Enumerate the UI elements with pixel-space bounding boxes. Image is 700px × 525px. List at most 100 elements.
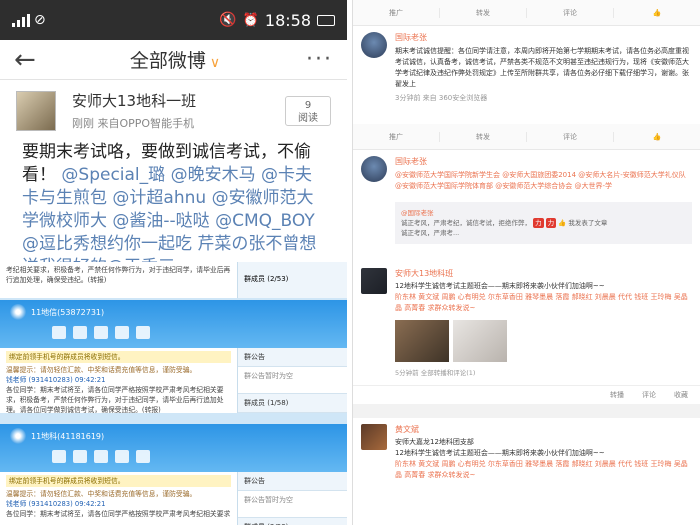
status-bar: ⊘ 🔇 ⏰ 18:58 — [0, 0, 347, 40]
battery-icon — [317, 14, 335, 26]
status-time: 18:58 — [264, 10, 311, 30]
message-body: 各位同学：期末考试将至，请各位同学严格按照学校严肃考风考纪相关要求，积极备考，严… — [6, 386, 224, 414]
read-label: 阅读 — [298, 112, 318, 124]
group-title: 11地信(53872731) — [31, 307, 105, 317]
mention-link[interactable]: @酱油--哒哒 — [112, 211, 209, 231]
post-meta[interactable]: 5分钟前 全部转播和评论(1) — [395, 368, 692, 379]
avatar[interactable] — [361, 424, 387, 450]
qq-toolbar — [52, 326, 337, 339]
qq-window: 11地信(53872731) 绑定前领手机号的群成员将收到短信。 温馨提示：请勿… — [0, 300, 347, 414]
thumb-icon: 👍 — [558, 219, 567, 227]
qq-group-windows: 考纪相关要求，积极备考，严禁任何作弊行为，对于违纪同学，请毕业后再行追加处理，确… — [0, 262, 347, 525]
sync-icon: ⊘ — [34, 12, 46, 28]
qq-snippet: 考纪相关要求，积极备考，严禁任何作弊行为，对于违纪同学，请毕业后再行追加处理，确… — [0, 262, 347, 298]
photo-grid — [395, 320, 692, 362]
group-avatar-icon — [10, 428, 26, 444]
mention-link[interactable]: @CMQ_BOY — [215, 211, 315, 231]
file-icon[interactable] — [115, 450, 129, 463]
group-sidebar: 群公告 群公告暂时为空 群成员 (2/53) — [237, 472, 347, 525]
announcement: 绑定前领手机号的群成员将收到短信。 — [6, 351, 231, 363]
post-action-bar: 推广 转发 评论 👍 — [353, 0, 700, 26]
user-icon[interactable] — [73, 450, 87, 463]
author-name[interactable]: 国际老张 — [395, 32, 692, 43]
qq-toolbar — [52, 450, 337, 463]
comment-button[interactable]: 评论 — [527, 131, 614, 142]
avatar[interactable] — [361, 156, 387, 182]
mention-link[interactable]: @计超ahnu — [112, 188, 206, 208]
author-name[interactable]: 安师大13地科班 — [395, 268, 692, 279]
back-icon[interactable]: ← — [14, 45, 44, 75]
avatar[interactable] — [361, 268, 387, 294]
mention-link[interactable]: @逗比秀想约你一起吃 — [22, 234, 192, 254]
qq-window-header: 11地科(41181619) — [0, 424, 347, 472]
comment-button[interactable]: 评论 — [642, 390, 656, 400]
repost-button[interactable]: 转播 — [610, 390, 624, 400]
weibo-web-feed: 推广 转发 评论 👍 国际老张 期末考试诚信提醒：各位同学请注意，本周内即将开始… — [352, 0, 700, 262]
mute-icon: 🔇 — [219, 12, 237, 28]
feed-post: 安师大13地科班 12地科学生诚信考试主题班会——期末即将来袭小伙伴们加油啊~~… — [353, 262, 700, 385]
member-count[interactable]: 群成员 (1/58) — [238, 393, 347, 413]
group-title: 11地科(41181619) — [31, 431, 105, 441]
qq-window-header: 11地信(53872731) — [0, 300, 347, 348]
post-body: 要期末考试咯，要做到诚信考试，不偷看！ @Special_璐 @晚安木马 @卡夫… — [0, 131, 347, 262]
divider — [353, 404, 700, 418]
phone-weibo-screen: ⊘ 🔇 ⏰ 18:58 ← 全部微博 ∨ ··· 安师大13地科一班 刚刚 来自O… — [0, 0, 347, 262]
member-count: 群成员 (2/53) — [237, 262, 347, 298]
author-name[interactable]: 黄文斌 — [395, 424, 692, 435]
promote-button[interactable]: 推广 — [353, 7, 440, 18]
member-count[interactable]: 群成员 (2/53) — [238, 517, 347, 525]
mention-list[interactable]: 阶东林 黄文斌 周鹏 心有明兑 尔东草香田 雅琴墨晨 落霞 郝晓红 刘晨晨 代代… — [395, 459, 692, 481]
mention-link[interactable]: @晚安木马 — [171, 165, 256, 185]
post-text: 12地科学生诚信考试主题班会——期末即将来袭小伙伴们加油啊~~ — [395, 282, 605, 290]
tencent-weibo-feed: 安师大13地科班 12地科学生诚信考试主题班会——期末即将来袭小伙伴们加油啊~~… — [352, 262, 700, 525]
settings-icon[interactable] — [136, 450, 150, 463]
read-count: 9 — [304, 99, 312, 111]
top-nav: ← 全部微博 ∨ ··· — [0, 40, 347, 80]
author-name[interactable]: 国际老张 — [395, 156, 692, 167]
photo-thumbnail[interactable] — [395, 320, 449, 362]
snippet-text: 考纪相关要求，积极备考，严禁任何作弊行为，对于违纪同学，请毕业后再行追加处理，确… — [6, 266, 231, 284]
bulletin-header[interactable]: 群公告 — [238, 348, 347, 367]
quoted-tail: 我发表了文章 — [568, 219, 608, 227]
group-sidebar: 群公告 群公告暂时为空 群成员 (1/58) — [237, 348, 347, 413]
settings-icon[interactable] — [136, 326, 150, 339]
group-avatar-icon — [10, 304, 26, 320]
more-icon[interactable]: ··· — [306, 47, 333, 72]
file-icon[interactable] — [115, 326, 129, 339]
emoji-badge: 力 — [533, 218, 544, 228]
user-icon[interactable] — [73, 326, 87, 339]
promote-button[interactable]: 推广 — [353, 131, 440, 142]
repost-button[interactable]: 转发 — [440, 131, 527, 142]
qq-window: 11地科(41181619) 绑定前领手机号的群成员将收到短信。 温馨提示：请勿… — [0, 424, 347, 525]
like-icon[interactable]: 👍 — [614, 9, 700, 17]
share-icon[interactable] — [94, 326, 108, 339]
repost-button[interactable]: 转发 — [440, 7, 527, 18]
home-icon[interactable] — [52, 326, 66, 339]
avatar[interactable] — [16, 90, 56, 131]
home-icon[interactable] — [52, 450, 66, 463]
warning-message: 温馨提示：请勿轻信汇款、中奖和话费充值等信息，谨防受骗。 — [6, 366, 197, 374]
mention-link[interactable]: @Special_璐 — [61, 165, 165, 185]
comment-button[interactable]: 评论 — [527, 7, 614, 18]
like-icon[interactable]: 👍 — [614, 133, 700, 141]
alarm-icon: ⏰ — [242, 12, 259, 28]
bulletin-header[interactable]: 群公告 — [238, 472, 347, 491]
post-text: 期末考试诚信提醒：各位同学请注意，本周内即将开始第七学期期末考试，请各位务必高度… — [395, 47, 689, 88]
photo-thumbnail[interactable] — [453, 320, 507, 362]
favorite-button[interactable]: 收藏 — [674, 390, 688, 400]
sender-line: 钱老师 (931410283) 09:42:21 — [6, 500, 106, 508]
mention-list[interactable]: @安徽师范大学国际学院新学生会 @安师大国旅团委2014 @安师大名片-安徽师范… — [395, 170, 692, 192]
post-action-bar: 推广 转发 评论 👍 — [353, 124, 700, 150]
share-icon[interactable] — [94, 450, 108, 463]
feed-title[interactable]: 全部微博 ∨ — [44, 46, 306, 73]
chat-area: 绑定前领手机号的群成员将收到短信。 温馨提示：请勿轻信汇款、中奖和话费充值等信息… — [0, 348, 237, 414]
feed-title-text: 全部微博 — [129, 50, 206, 72]
author-name[interactable]: 安师大13地科一班 — [72, 90, 285, 111]
mention-list[interactable]: 阶东林 黄文斌 周鹏 心有明兑 尔东草香田 雅琴墨晨 落霞 郝晓红 刘晨晨 代代… — [395, 292, 692, 314]
post-author: 安师大13地科一班 刚刚 来自OPPO智能手机 9 阅读 — [0, 80, 347, 131]
avatar[interactable] — [361, 32, 387, 58]
post-meta: 刚刚 来自OPPO智能手机 — [72, 117, 195, 130]
bulletin-placeholder: 群公告暂时为空 — [244, 372, 293, 380]
chat-area: 绑定前领手机号的群成员将收到短信。 温馨提示：请勿轻信汇款、中奖和话费充值等信息… — [0, 472, 237, 525]
quoted-author[interactable]: @国际老张 — [401, 208, 686, 218]
